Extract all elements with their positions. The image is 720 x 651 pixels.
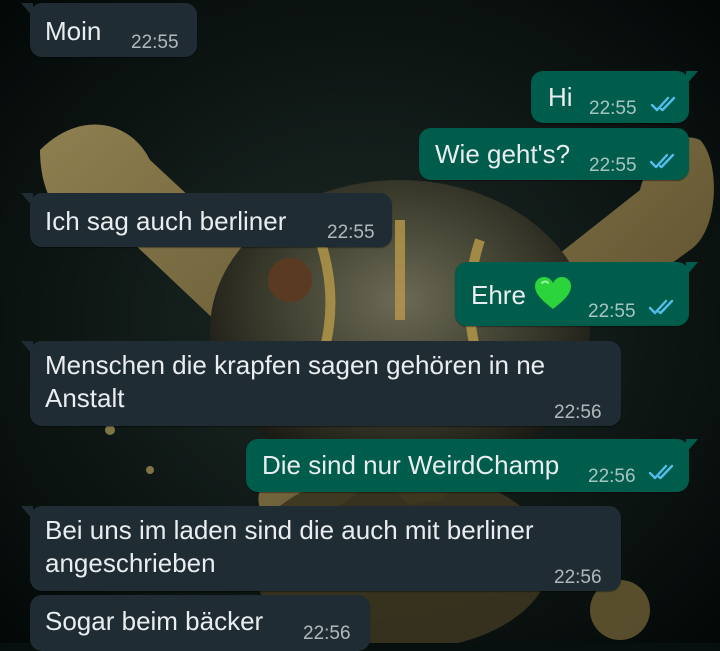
bubble-tail bbox=[21, 3, 33, 17]
message-time: 22:56 bbox=[554, 567, 602, 588]
bubble-tail bbox=[686, 71, 698, 85]
read-receipt-double-check-icon bbox=[649, 153, 675, 169]
message-text: Bei uns im laden sind die auch mit berli… bbox=[45, 515, 534, 578]
message-text: Moin bbox=[45, 16, 102, 46]
message-time: 22:56 bbox=[588, 466, 636, 487]
message-incoming[interactable]: Bei uns im laden sind die auch mit berli… bbox=[21, 506, 621, 591]
message-text: Hi bbox=[548, 82, 573, 112]
bubble-tail bbox=[21, 506, 33, 520]
message-time: 22:56 bbox=[554, 402, 602, 423]
message-text: Ehre bbox=[471, 280, 526, 310]
message-text: Die sind nur WeirdChamp bbox=[262, 450, 560, 480]
message-text: Menschen die krapfen sagen gehören in ne… bbox=[45, 350, 546, 413]
message-outgoing[interactable]: Hi 22:55 bbox=[531, 71, 698, 123]
message-time: 22:55 bbox=[588, 301, 636, 322]
read-receipt-double-check-icon bbox=[648, 464, 674, 480]
bubble-tail bbox=[21, 341, 33, 355]
message-time: 22:55 bbox=[131, 32, 179, 53]
message-time: 22:56 bbox=[303, 623, 351, 644]
message-time: 22:55 bbox=[589, 98, 637, 119]
message-incoming[interactable]: Menschen die krapfen sagen gehören in ne… bbox=[21, 341, 621, 426]
message-outgoing[interactable]: Wie geht's? 22:55 bbox=[419, 128, 689, 180]
message-incoming[interactable]: Moin 22:55 bbox=[21, 3, 197, 57]
message-text: Sogar beim bäcker bbox=[45, 606, 264, 636]
message-text: Ich sag auch berliner bbox=[45, 206, 287, 236]
message-time: 22:55 bbox=[589, 155, 637, 176]
message-outgoing[interactable]: Die sind nur WeirdChamp 22:56 bbox=[246, 439, 698, 492]
read-receipt-double-check-icon bbox=[648, 299, 674, 315]
message-outgoing[interactable]: Ehre 22:55 bbox=[455, 262, 698, 326]
message-incoming[interactable]: Ich sag auch berliner 22:55 bbox=[21, 193, 392, 247]
bubble-tail bbox=[686, 262, 698, 276]
message-time: 22:55 bbox=[327, 222, 375, 243]
bubble-tail bbox=[21, 193, 33, 207]
green-heart-emoji-icon bbox=[534, 277, 571, 309]
read-receipt-double-check-icon bbox=[650, 96, 676, 112]
message-list[interactable]: Moin 22:55 Hi 22:55 Wie geht's? 22:55 Ic… bbox=[0, 0, 720, 651]
bubble-tail bbox=[686, 439, 698, 453]
message-text: Wie geht's? bbox=[435, 139, 571, 169]
